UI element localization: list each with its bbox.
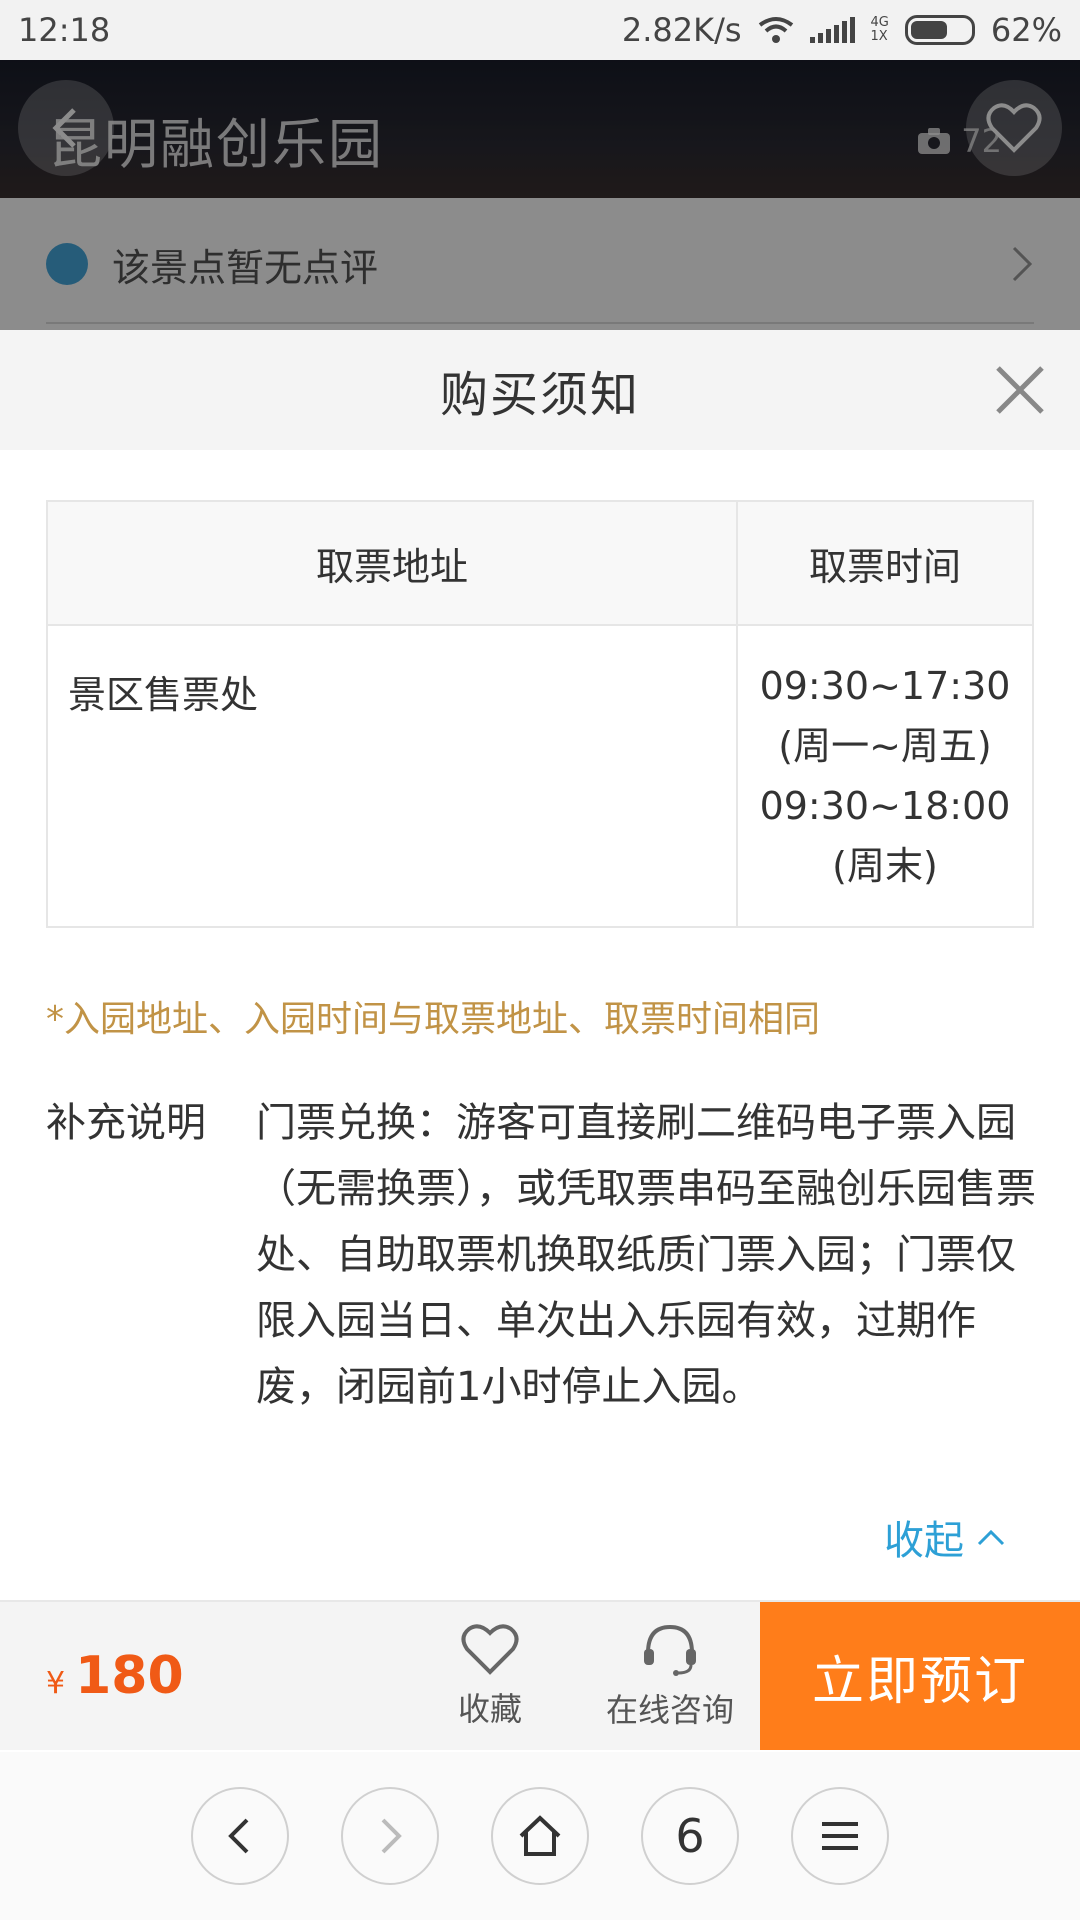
heart-icon [461,1624,519,1675]
entry-note: *入园地址、入园时间与取票地址、取票时间相同 [46,999,821,1040]
home-icon [519,1815,561,1856]
browser-back-button[interactable] [191,1787,289,1885]
header-pickup-time: 取票时间 [736,500,1034,626]
chevron-right-icon [381,1818,402,1854]
header-pickup-address: 取票地址 [46,500,738,626]
price: ¥ 180 [0,1602,400,1750]
browser-menu-button[interactable] [791,1787,889,1885]
online-consult-button[interactable]: 在线咨询 [580,1602,760,1750]
favorite-label: 收藏 [457,1690,522,1728]
network-type: 4G 1X [870,15,889,44]
action-bar: ¥ 180 收藏 在线咨询 立即预订 [0,1600,1080,1750]
net-speed: 2.82K/s [621,11,742,49]
hours-weekday-label: (周一~周五) [778,724,992,768]
sheet-title: 购买须知 [439,367,640,423]
collapse-button[interactable]: 收起 [884,1508,1006,1566]
battery-percent: 62% [990,11,1062,49]
book-now-button[interactable]: 立即预订 [760,1602,1080,1750]
pickup-hours: 09:30~17:30 (周一~周五) 09:30~18:00 (周末) [736,624,1034,928]
sheet-header: 购买须知 [0,330,1080,450]
consult-label: 在线咨询 [605,1691,734,1729]
status-time: 12:18 [18,11,111,49]
ticket-pickup-table: 取票地址 取票时间 景区售票处 09:30~17:30 (周一~周五) 09:3… [46,500,1034,928]
hours-weekday: 09:30~17:30 [759,664,1011,708]
wifi-icon [758,17,793,43]
browser-tabs-button[interactable]: 6 [641,1787,739,1885]
table-row: 景区售票处 09:30~17:30 (周一~周五) 09:30~18:00 (周… [46,624,1034,928]
modal-overlay[interactable] [0,60,1080,330]
signal-icon [809,17,855,43]
price-amount: 180 [75,1646,184,1706]
close-icon[interactable] [990,360,1050,420]
browser-home-button[interactable] [491,1787,589,1885]
hours-weekend-label: (周末) [832,844,938,888]
menu-icon [822,1822,858,1850]
battery-icon [904,15,975,45]
chevron-left-icon [228,1818,249,1854]
favorite-button[interactable]: 收藏 [400,1602,580,1750]
pickup-address: 景区售票处 [46,624,738,928]
browser-forward-button[interactable] [341,1787,439,1885]
headset-icon [644,1624,696,1676]
currency-symbol: ¥ [46,1665,66,1701]
hours-weekend: 09:30~18:00 [759,784,1011,828]
chevron-up-icon [977,1529,1005,1546]
browser-nav: 6 [0,1752,1080,1920]
supplement-text: 门票兑换：游客可直接刷二维码电子票入园（无需换票），或凭取票串码至融创乐园售票处… [256,1100,1036,1410]
collapse-label: 收起 [884,1518,964,1564]
supplement-section: 补充说明 门票兑换：游客可直接刷二维码电子票入园（无需换票），或凭取票串码至融创… [46,1090,1046,1420]
supplement-label: 补充说明 [46,1100,206,1146]
purchase-notice-sheet: 购买须知 取票地址 取票时间 景区售票处 09:30~17:30 (周一~周五)… [0,330,1080,1600]
status-bar: 12:18 2.82K/s 4G 1X 62% [0,0,1080,60]
